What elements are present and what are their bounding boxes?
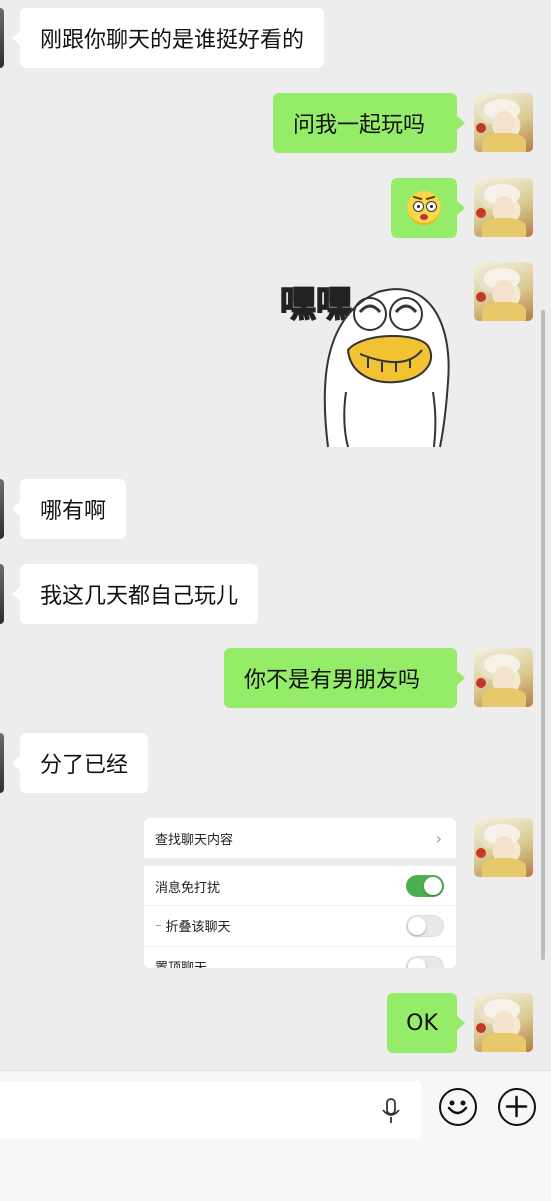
- input-bar: [0, 1070, 551, 1201]
- message-text: OK: [406, 1010, 438, 1036]
- message-row: 刚跟你聊天的是谁挺好看的: [0, 8, 551, 68]
- settings-item: 消息免打扰: [144, 866, 456, 906]
- plus-icon: [505, 1095, 528, 1118]
- emoji-button[interactable]: [439, 1088, 477, 1126]
- message-row: 嘿嘿: [0, 262, 551, 452]
- my-avatar[interactable]: [474, 262, 533, 321]
- message-row: OK: [0, 993, 551, 1053]
- message-row: [0, 178, 551, 238]
- my-avatar[interactable]: [474, 993, 533, 1052]
- contact-avatar[interactable]: [0, 733, 4, 793]
- item-label: 折叠该聊天: [165, 920, 231, 935]
- contact-avatar[interactable]: [0, 479, 4, 539]
- message-row: 你不是有男朋友吗: [0, 648, 551, 708]
- toggle-switch-off: [406, 955, 444, 968]
- received-message[interactable]: 哪有啊: [11, 479, 127, 539]
- message-text: 哪有啊: [40, 499, 107, 524]
- smiley-icon: [447, 1100, 468, 1115]
- my-avatar[interactable]: [474, 93, 533, 152]
- duck-sticker-image: 嘿嘿: [279, 283, 450, 448]
- received-message[interactable]: 我这几天都自己玩儿: [11, 564, 259, 624]
- chevron-right-icon: ›: [435, 828, 442, 848]
- message-row: 我这几天都自己玩儿: [0, 564, 551, 624]
- settings-item: 置顶聊天: [144, 946, 456, 968]
- divider: [144, 858, 456, 866]
- sent-message[interactable]: OK: [387, 993, 465, 1053]
- message-row: 分了已经: [0, 733, 551, 793]
- toggle-switch-off: [406, 914, 444, 937]
- message-row: 哪有啊: [0, 479, 551, 539]
- message-row: 问我一起玩吗: [0, 93, 551, 153]
- my-avatar[interactable]: [474, 818, 533, 877]
- sent-message[interactable]: 问我一起玩吗: [273, 93, 465, 153]
- dizzy-face-emoji-icon: [407, 191, 441, 225]
- screenshot-image-message[interactable]: 查找聊天内容 › 消息免打扰 – 折叠该聊天 置顶聊天: [144, 818, 456, 968]
- more-button[interactable]: [498, 1088, 536, 1126]
- settings-item: – 折叠该聊天: [144, 905, 456, 945]
- item-label: 查找聊天内容: [155, 832, 234, 848]
- my-avatar[interactable]: [474, 178, 533, 237]
- duck-laughing-sticker[interactable]: 嘿嘿: [268, 262, 460, 452]
- dash-icon: –: [155, 918, 162, 933]
- scrollbar[interactable]: [541, 310, 545, 960]
- microphone-icon[interactable]: [380, 1097, 402, 1125]
- toggle-switch-on: [406, 875, 444, 897]
- sticker-caption: 嘿嘿: [280, 284, 352, 325]
- message-text: 你不是有男朋友吗: [244, 668, 421, 693]
- message-input[interactable]: [0, 1081, 422, 1139]
- sent-message[interactable]: 你不是有男朋友吗: [224, 648, 465, 708]
- message-text: 刚跟你聊天的是谁挺好看的: [40, 28, 305, 53]
- received-message[interactable]: 刚跟你聊天的是谁挺好看的: [11, 8, 325, 68]
- my-avatar[interactable]: [474, 648, 533, 707]
- message-text: 分了已经: [40, 753, 129, 778]
- contact-avatar[interactable]: [0, 8, 4, 68]
- contact-avatar[interactable]: [0, 564, 4, 624]
- message-text: 我这几天都自己玩儿: [40, 584, 239, 609]
- received-message[interactable]: 分了已经: [11, 733, 149, 793]
- item-label: 消息免打扰: [155, 880, 221, 896]
- search-chat-history-item: 查找聊天内容 ›: [144, 818, 456, 858]
- message-text: 问我一起玩吗: [293, 113, 426, 138]
- sent-emoji-message[interactable]: [391, 178, 465, 238]
- item-label: 置顶聊天: [155, 957, 207, 968]
